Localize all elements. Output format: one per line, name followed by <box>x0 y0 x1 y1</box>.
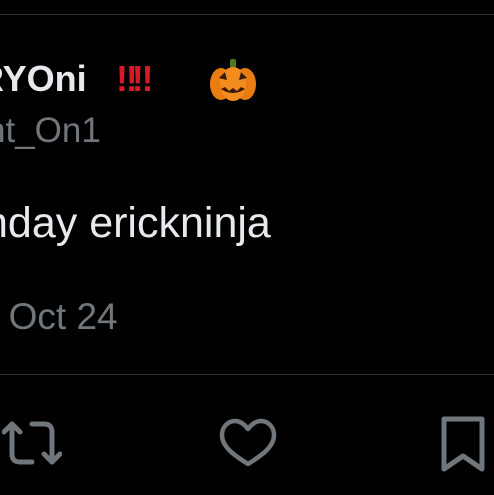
retweet-button[interactable] <box>2 416 62 476</box>
tweet-text: nday erickninja <box>0 199 271 247</box>
bookmark-icon <box>441 416 485 472</box>
tweet-timestamp[interactable]: · Oct 24 <box>0 294 118 340</box>
double-exclamation-emoji: ‼‼ <box>116 58 153 99</box>
user-handle[interactable]: nt_On1 <box>0 108 101 154</box>
bookmark-button[interactable] <box>438 416 494 476</box>
top-divider <box>0 14 494 15</box>
display-name[interactable]: RYOni <box>0 56 87 102</box>
actions-divider <box>0 374 494 375</box>
retweet-icon <box>2 421 62 465</box>
like-button[interactable] <box>218 416 278 476</box>
jack-o-lantern-icon <box>210 59 256 101</box>
heart-icon <box>219 418 277 467</box>
